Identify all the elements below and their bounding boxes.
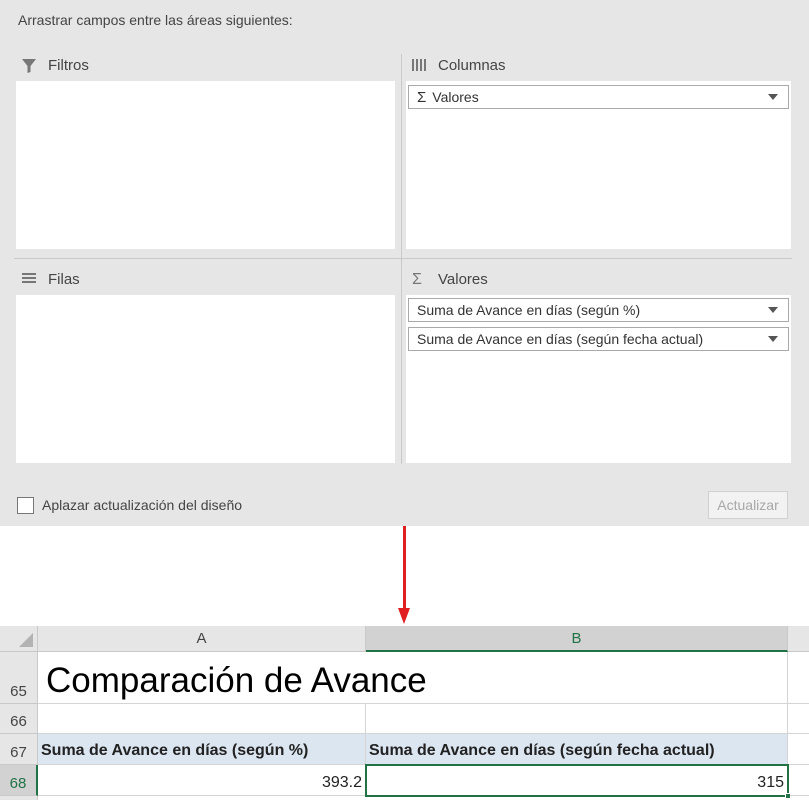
panel-instruction: Arrastrar campos entre las áreas siguien… [18,12,293,28]
cell-c66[interactable] [788,704,809,734]
row-header-67[interactable]: 67 [0,734,38,765]
values-field-1[interactable]: Suma de Avance en días (según %) [408,298,789,322]
row-header-65[interactable]: 65 [0,652,38,704]
row-header-68[interactable]: 68 [0,765,38,796]
column-header-a[interactable]: A [38,626,366,652]
columns-icon [412,58,430,74]
chevron-down-icon[interactable] [768,94,778,100]
row-header-66[interactable]: 66 [0,704,38,734]
values-label: Valores [438,271,488,288]
pivot-fields-panel: Arrastrar campos entre las áreas siguien… [0,0,809,526]
cell-b66[interactable] [366,704,788,734]
value-cell-b68[interactable]: 315 [365,764,789,797]
defer-update-checkbox[interactable] [17,497,34,514]
pivot-header-cell-b[interactable]: Suma de Avance en días (según fecha actu… [366,734,788,765]
rows-area-label: Filas [22,271,80,288]
spreadsheet: A B 65 Comparación de Avance 66 67 Suma … [0,626,809,800]
pivot-header-cell-a[interactable]: Suma de Avance en días (según %) [38,734,366,765]
sigma-icon: Σ [412,270,422,288]
rows-label: Filas [48,271,80,288]
title-cell[interactable]: Comparación de Avance [38,652,788,704]
filters-label: Filtros [48,57,89,74]
rows-drop-area[interactable] [16,295,395,463]
field-label: Suma de Avance en días (según fecha actu… [417,331,704,347]
cell-c65[interactable] [788,652,809,704]
columns-area-label: Columnas [412,57,506,74]
defer-update-label: Aplazar actualización del diseño [42,497,243,513]
chevron-down-icon[interactable] [768,307,778,313]
corner-triangle-icon [19,633,33,647]
cell-c68[interactable] [790,765,809,796]
values-area-label: Σ Valores [412,271,488,288]
columns-label: Columnas [438,57,506,74]
vertical-divider [401,54,402,464]
rows-icon [22,272,40,288]
row-header-69[interactable] [0,796,38,800]
arrow-shaft [403,526,406,610]
column-header-c[interactable] [788,626,809,652]
filter-icon [22,58,40,74]
chevron-down-icon[interactable] [768,336,778,342]
field-label: Suma de Avance en días (según %) [417,302,641,318]
filters-area-label: Filtros [22,57,89,74]
horizontal-divider [14,258,792,259]
cell-a66[interactable] [38,704,366,734]
value-cell-a68[interactable]: 393.2 [38,765,366,796]
update-button[interactable]: Actualizar [708,491,788,519]
field-label: Valores [432,89,479,105]
column-header-b[interactable]: B [366,626,788,652]
arrow-down-icon [398,608,410,624]
sigma-icon: Σ [417,88,427,106]
cell-c67[interactable] [788,734,809,765]
columns-field-valores[interactable]: Σ Valores [408,85,789,109]
values-field-2[interactable]: Suma de Avance en días (según fecha actu… [408,327,789,351]
select-all-corner[interactable] [0,626,38,652]
filters-drop-area[interactable] [16,81,395,249]
